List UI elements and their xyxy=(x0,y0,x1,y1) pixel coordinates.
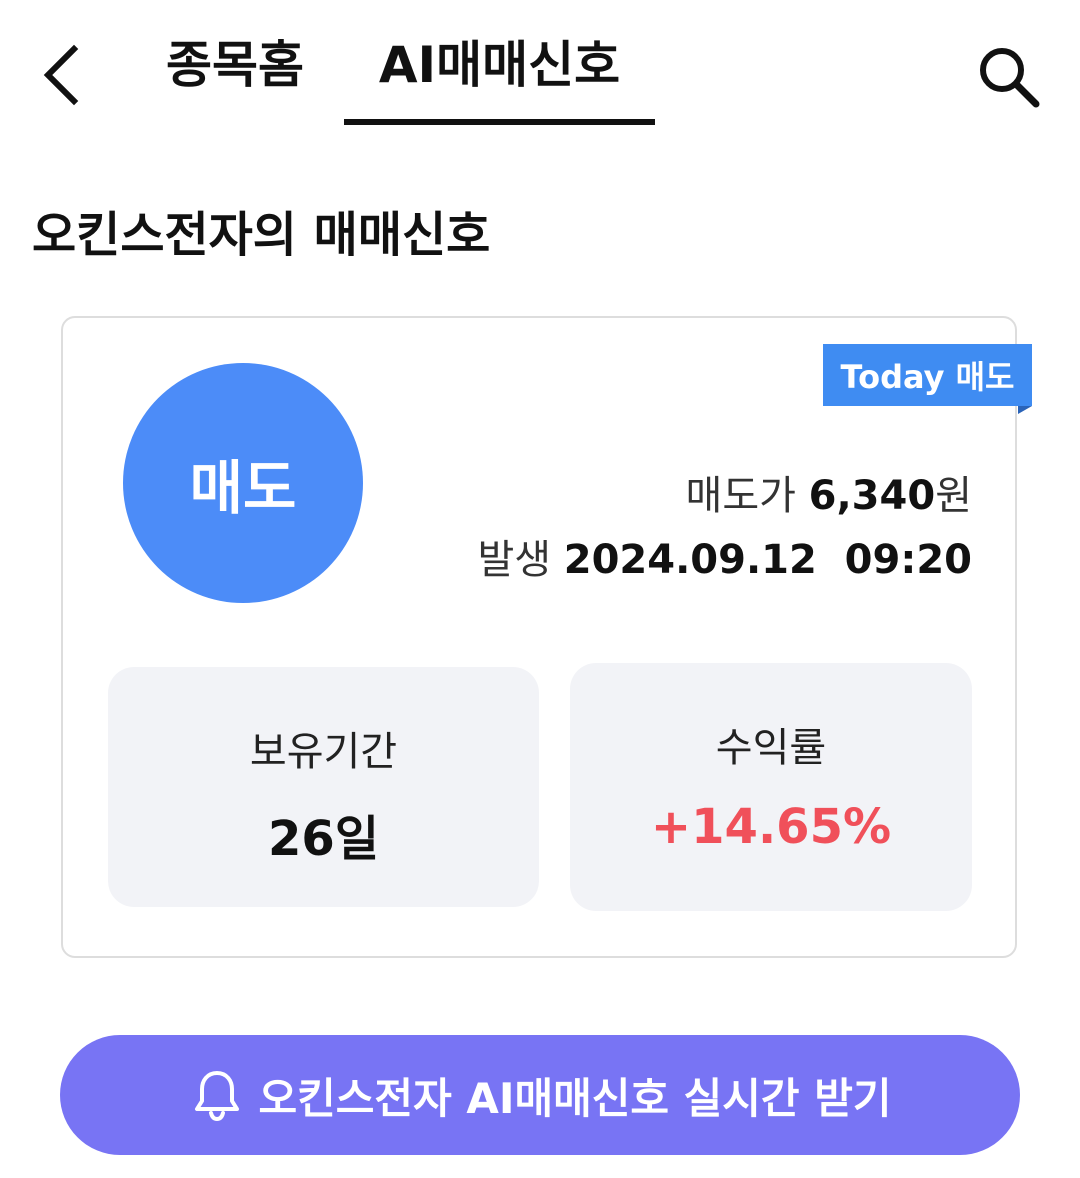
search-button[interactable] xyxy=(968,36,1048,116)
sell-price-label: 매도가 xyxy=(685,473,796,519)
sell-price-unit: 원 xyxy=(935,473,972,519)
sell-price-value: 6,340 xyxy=(808,473,936,519)
holding-period-label: 보유기간 xyxy=(249,729,398,775)
tab-ai-signal[interactable]: AI매매신호 xyxy=(344,30,655,100)
badge-fold-decoration xyxy=(1018,406,1032,414)
back-button[interactable] xyxy=(30,40,90,110)
today-signal-badge: Today 매도 xyxy=(823,344,1032,406)
top-bar: 종목홈 AI매매신호 xyxy=(0,0,1080,130)
signal-label: 매도 xyxy=(189,454,297,522)
signal-circle: 매도 xyxy=(123,363,363,603)
bell-icon xyxy=(189,1067,245,1123)
holding-period-box: 보유기간 26일 xyxy=(108,667,539,907)
section-title: 오킨스전자의 매매신호 xyxy=(32,207,491,263)
return-rate-label: 수익률 xyxy=(715,725,827,771)
realtime-signal-subscribe-button[interactable]: 오킨스전자 AI매매신호 실시간 받기 xyxy=(60,1035,1020,1155)
chevron-left-icon xyxy=(43,44,79,106)
signal-date-label: 발생 xyxy=(477,537,552,583)
sell-price-row: 매도가 6,340원 xyxy=(686,468,972,524)
signal-date-row: 발생 2024.09.12 09:20 xyxy=(477,532,972,588)
tab-stock-home[interactable]: 종목홈 xyxy=(166,30,304,100)
return-rate-value: +14.65% xyxy=(650,799,892,855)
return-rate-box: 수익률 +14.65% xyxy=(570,663,972,911)
subscribe-button-label: 오킨스전자 AI매매신호 실시간 받기 xyxy=(258,1073,892,1123)
signal-date-value: 2024.09.12 09:20 xyxy=(563,537,972,583)
holding-period-value: 26일 xyxy=(268,811,379,867)
search-icon xyxy=(980,48,1040,108)
active-tab-indicator xyxy=(344,119,655,125)
